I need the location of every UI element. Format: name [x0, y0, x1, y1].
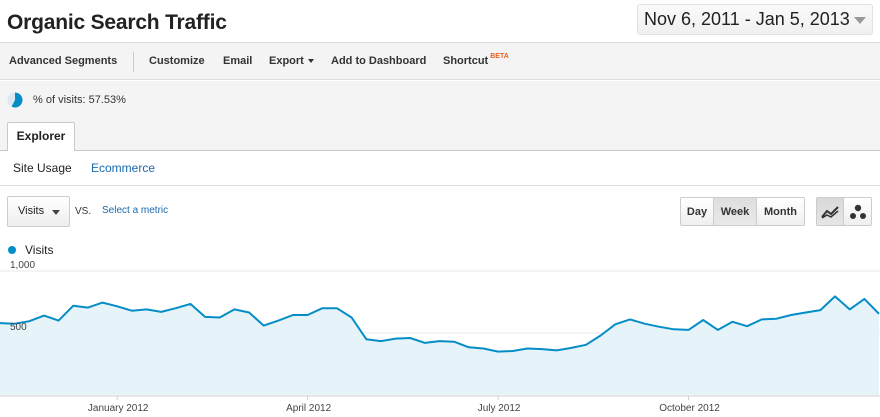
beta-badge: BETA: [490, 53, 509, 60]
chart-type-toggle: [816, 197, 872, 226]
date-range-text: Nov 6, 2011 - Jan 5, 2013: [644, 9, 850, 29]
subtab-ecommerce[interactable]: Ecommerce: [91, 161, 155, 175]
bubble-chart-icon: [849, 204, 866, 219]
line-chart-button[interactable]: [817, 198, 845, 225]
page-title: Organic Search Traffic: [7, 11, 227, 34]
select-metric-link[interactable]: Select a metric: [102, 205, 168, 216]
vs-label: VS.: [75, 206, 92, 217]
shortcut-label: Shortcut: [443, 55, 489, 67]
caret-down-icon: [307, 59, 314, 64]
y-tick-label: 1,000: [10, 260, 35, 271]
legend-series-label: Visits: [25, 243, 54, 257]
pie-chart-icon: [7, 92, 23, 108]
subtab-site-usage[interactable]: Site Usage: [13, 161, 72, 175]
report-toolbar: Advanced Segments Customize Email Export…: [0, 42, 880, 80]
chart-legend: Visits: [8, 243, 53, 257]
customize-button[interactable]: Customize: [149, 55, 205, 67]
add-to-dashboard-button[interactable]: Add to Dashboard: [331, 55, 426, 67]
x-tick-label: April 2012: [286, 403, 331, 414]
export-label: Export: [269, 55, 304, 67]
shortcut-button[interactable]: Shortcut BETA: [443, 53, 509, 67]
email-button[interactable]: Email: [223, 55, 252, 67]
caret-down-icon: [52, 210, 60, 215]
motion-chart-button[interactable]: [844, 198, 871, 225]
advanced-segments-button[interactable]: Advanced Segments: [9, 55, 117, 67]
segment-summary: % of visits: 57.53%: [0, 81, 880, 118]
legend-marker: [8, 246, 16, 254]
toolbar-divider: [133, 52, 134, 72]
period-day-button[interactable]: Day: [681, 198, 714, 225]
x-tick-label: October 2012: [659, 403, 720, 414]
period-toggle: Day Week Month: [680, 197, 805, 226]
date-range-picker[interactable]: Nov 6, 2011 - Jan 5, 2013: [637, 4, 873, 35]
chevron-down-icon: [854, 17, 866, 24]
period-week-button[interactable]: Week: [714, 198, 757, 225]
chart-controls: Visits VS. Select a metric Day Week Mont…: [0, 187, 880, 237]
x-tick-label: July 2012: [478, 403, 521, 414]
report-tabs: Explorer: [0, 118, 880, 152]
line-chart-icon: [821, 205, 839, 219]
export-button[interactable]: Export: [269, 55, 314, 67]
metric-select-value: Visits: [18, 205, 45, 217]
x-tick-label: January 2012: [88, 403, 149, 414]
explorer-subtabs: Site Usage Ecommerce: [0, 151, 880, 186]
segment-percentage: % of visits: 57.53%: [33, 94, 126, 106]
tab-explorer[interactable]: Explorer: [7, 122, 75, 152]
visits-chart: 1,000 500 January 2012 April 2012 July 2012 O…: [0, 260, 880, 414]
report-header: Organic Search Traffic Nov 6, 2011 - Jan…: [0, 0, 880, 42]
period-month-button[interactable]: Month: [757, 198, 804, 225]
metric-select[interactable]: Visits: [7, 196, 70, 227]
y-tick-label: 500: [10, 322, 27, 333]
